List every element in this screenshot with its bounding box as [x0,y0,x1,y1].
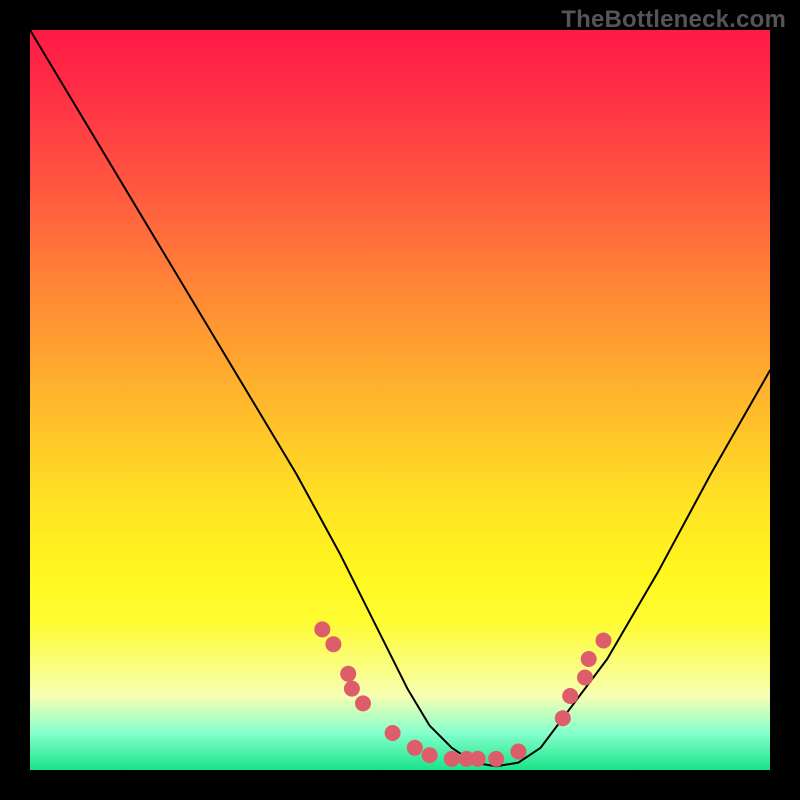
marker-dot [581,651,597,667]
marker-dot [422,747,438,763]
marker-dot [407,740,423,756]
marker-dot [355,695,371,711]
marker-group [314,621,611,767]
plot-area [30,30,770,770]
marker-dot [555,710,571,726]
marker-dot [340,666,356,682]
marker-dot [325,636,341,652]
marker-dot [488,751,504,767]
marker-dot [470,751,486,767]
marker-dot [314,621,330,637]
marker-dot [510,744,526,760]
chart-frame: TheBottleneck.com [0,0,800,800]
bottleneck-curve [30,30,770,766]
marker-dot [385,725,401,741]
marker-dot [444,751,460,767]
plot-svg [30,30,770,770]
marker-dot [562,688,578,704]
marker-dot [344,681,360,697]
marker-dot [577,670,593,686]
marker-dot [596,633,612,649]
